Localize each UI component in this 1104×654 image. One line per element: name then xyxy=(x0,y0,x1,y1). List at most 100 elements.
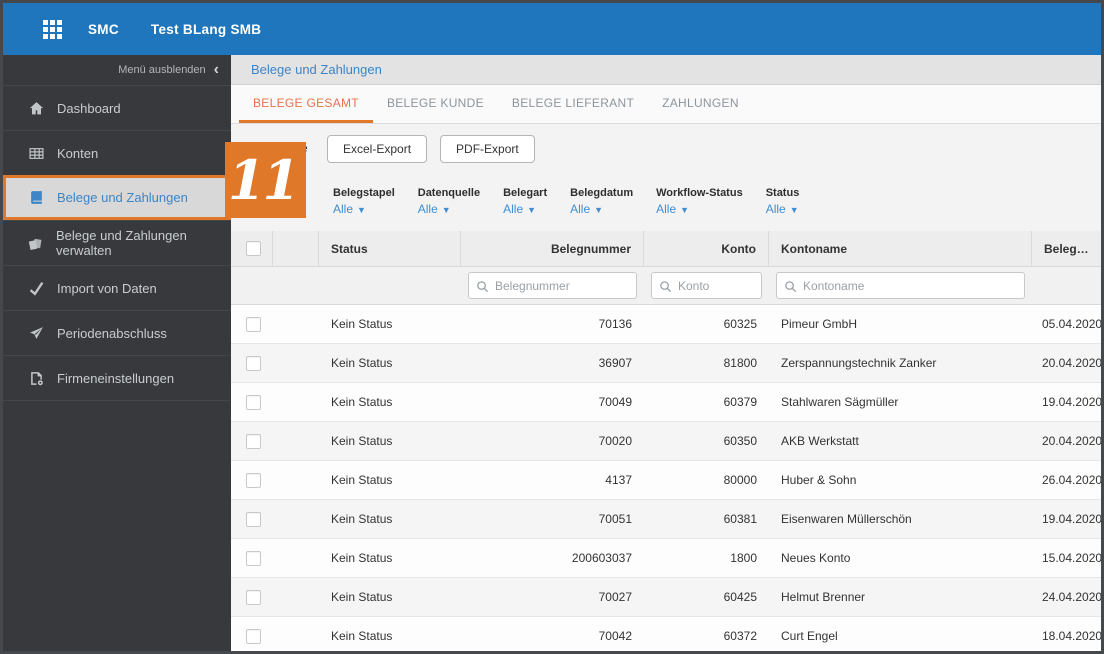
filter-value-dropdown[interactable]: Alle ▼ xyxy=(656,202,689,216)
tab-label: BELEGE KUNDE xyxy=(386,95,484,110)
table-header: Status Belegnummer Konto Kontoname Beleg… xyxy=(231,231,1101,267)
belegnummer-cell: 70042 xyxy=(598,629,632,643)
table-row[interactable]: Kein Status 200603037 1800 Neues Konto 1… xyxy=(231,539,1101,578)
sidebar: Menü ausblenden ‹ Dashboard Konten Beleg… xyxy=(3,55,231,651)
konto-cell: 60379 xyxy=(723,395,757,409)
sidebar-filler xyxy=(3,400,231,651)
konto-cell: 60381 xyxy=(723,512,757,526)
filter-belegstapel: Belegstapel Alle ▼ xyxy=(333,187,395,218)
column-header-status[interactable]: Status xyxy=(319,231,461,266)
filter-value-dropdown[interactable]: Alle ▼ xyxy=(333,202,366,216)
row-checkbox[interactable] xyxy=(246,511,261,527)
row-checkbox[interactable] xyxy=(246,316,261,332)
sidebar-items: Dashboard Konten Belege und Zahlungen Be… xyxy=(3,85,231,400)
sidebar-item-dashboard[interactable]: Dashboard xyxy=(3,85,231,130)
table-row[interactable]: Kein Status 70051 60381 Eisenwaren Mülle… xyxy=(231,500,1101,539)
belegnummer-cell: 70136 xyxy=(598,317,632,331)
filter-label: Belegart xyxy=(503,186,548,199)
sidebar-item-periodenabschluss[interactable]: Periodenabschluss xyxy=(3,310,231,355)
belegdatum-cell: 24.04.2020 xyxy=(1042,590,1101,604)
konto-cell: 1800 xyxy=(730,551,757,565)
sidebar-item-belege-und-zahlungen[interactable]: Belege und Zahlungen xyxy=(3,175,231,220)
belegnummer-cell: 200603037 xyxy=(571,551,632,565)
app-grid-icon[interactable] xyxy=(43,19,62,39)
hide-menu-button[interactable]: Menü ausblenden ‹ xyxy=(3,55,231,85)
tab-belege-kunde[interactable]: BELEGE KUNDE xyxy=(373,85,498,123)
chevron-down-icon: ▼ xyxy=(680,204,690,215)
table-row[interactable]: Kein Status 70042 60372 Curt Engel 18.04… xyxy=(231,617,1101,651)
filter-value-dropdown[interactable]: Alle ▼ xyxy=(766,202,799,216)
breadcrumb[interactable]: Belege und Zahlungen xyxy=(251,62,382,77)
filter-belegdatum: Belegdatum Alle ▼ xyxy=(570,187,633,218)
kontoname-cell: Neues Konto xyxy=(781,551,851,565)
tab-label: BELEGE LIEFERANT xyxy=(511,95,635,110)
tab-belege-gesamt[interactable]: BELEGE GESAMT xyxy=(239,85,373,123)
belegnummer-cell: 70049 xyxy=(598,395,632,409)
filter-value-dropdown[interactable]: Alle ▼ xyxy=(418,202,451,216)
konto-search-input[interactable] xyxy=(651,272,762,299)
chevron-down-icon: ▼ xyxy=(441,204,451,215)
check-icon xyxy=(28,280,44,296)
belegdatum-cell: 20.04.2020 xyxy=(1042,434,1101,448)
konto-cell: 60425 xyxy=(723,590,757,604)
sidebar-item-konten[interactable]: Konten xyxy=(3,130,231,175)
sidebar-item-belege-und-zahlungen-verwalten[interactable]: Belege und Zahlungen verwalten xyxy=(3,220,231,265)
filter-value-dropdown[interactable]: Alle ▼ xyxy=(570,202,603,216)
column-header-kontoname[interactable]: Kontoname xyxy=(769,231,1032,266)
top-bar: SMC Test BLang SMB xyxy=(3,3,1101,55)
tab-zahlungen[interactable]: ZAHLUNGEN xyxy=(648,85,753,123)
kontoname-cell: AKB Werkstatt xyxy=(781,434,859,448)
table-icon xyxy=(28,145,44,161)
belegdatum-cell: 19.04.2020 xyxy=(1042,512,1101,526)
sidebar-item-import-von-daten[interactable]: Import von Daten xyxy=(3,265,231,310)
sidebar-item-label: Belege und Zahlungen verwalten xyxy=(56,228,187,258)
konto-cell: 60350 xyxy=(723,434,757,448)
filter-value-dropdown[interactable]: Alle ▼ xyxy=(503,202,536,216)
kontoname-cell: Huber & Sohn xyxy=(781,473,857,487)
toolbar: e Excel-Export PDF-Export xyxy=(231,124,1101,173)
tab-bar: BELEGE GESAMT BELEGE KUNDE BELEGE LIEFER… xyxy=(231,85,1101,124)
belegdatum-cell: 15.04.2020 xyxy=(1042,551,1101,565)
konto-search xyxy=(651,272,762,299)
kontoname-search xyxy=(776,272,1025,299)
row-checkbox[interactable] xyxy=(246,433,261,449)
sidebar-item-label: Firmeneinstellungen xyxy=(57,370,175,386)
table-body: Kein Status 70136 60325 Pimeur GmbH 05.0… xyxy=(231,305,1101,651)
row-checkbox[interactable] xyxy=(246,589,261,605)
app-name: SMC xyxy=(88,21,119,37)
filter-label: Belegdatum xyxy=(570,186,634,199)
row-checkbox[interactable] xyxy=(246,550,261,566)
hide-menu-label: Menü ausblenden xyxy=(118,64,206,76)
belegnummer-search-input[interactable] xyxy=(468,272,637,299)
select-all-checkbox[interactable] xyxy=(246,241,261,256)
row-checkbox[interactable] xyxy=(246,355,261,371)
row-checkbox[interactable] xyxy=(246,628,261,644)
column-header-belegdatum[interactable]: Beleg… xyxy=(1032,231,1101,266)
table-row[interactable]: Kein Status 70020 60350 AKB Werkstatt 20… xyxy=(231,422,1101,461)
sidebar-item-firmeneinstellungen[interactable]: Firmeneinstellungen xyxy=(3,355,231,400)
annotation-step-badge: 11 xyxy=(225,142,306,218)
column-header-belegnummer[interactable]: Belegnummer xyxy=(461,231,644,266)
filter-label: Workflow-Status xyxy=(656,186,743,199)
column-header-konto[interactable]: Konto xyxy=(644,231,769,266)
status-cell: Kein Status xyxy=(331,317,393,331)
excel-export-button[interactable]: Excel-Export xyxy=(327,134,428,163)
table-row[interactable]: Kein Status 36907 81800 Zerspannungstech… xyxy=(231,344,1101,383)
content-area: Belege und Zahlungen BELEGE GESAMT BELEG… xyxy=(231,55,1101,651)
belegdatum-cell: 05.04.2020 xyxy=(1042,317,1101,331)
doc-gear-icon xyxy=(28,370,44,386)
row-checkbox[interactable] xyxy=(246,394,261,410)
kontoname-cell: Zerspannungstechnik Zanker xyxy=(781,356,937,370)
belegnummer-cell: 70020 xyxy=(598,434,632,448)
table-row[interactable]: Kein Status 70136 60325 Pimeur GmbH 05.0… xyxy=(231,305,1101,344)
kontoname-search-input[interactable] xyxy=(776,272,1025,299)
table-row[interactable]: Kein Status 70049 60379 Stahlwaren Sägmü… xyxy=(231,383,1101,422)
kontoname-cell: Helmut Brenner xyxy=(781,590,866,604)
table-row[interactable]: Kein Status 4137 80000 Huber & Sohn 26.0… xyxy=(231,461,1101,500)
row-checkbox[interactable] xyxy=(246,472,261,488)
table-row[interactable]: Kein Status 70027 60425 Helmut Brenner 2… xyxy=(231,578,1101,617)
tab-belege-lieferant[interactable]: BELEGE LIEFERANT xyxy=(498,85,648,123)
status-cell: Kein Status xyxy=(331,551,393,565)
pdf-export-button[interactable]: PDF-Export xyxy=(440,134,535,163)
belegdatum-cell: 26.04.2020 xyxy=(1042,473,1101,487)
